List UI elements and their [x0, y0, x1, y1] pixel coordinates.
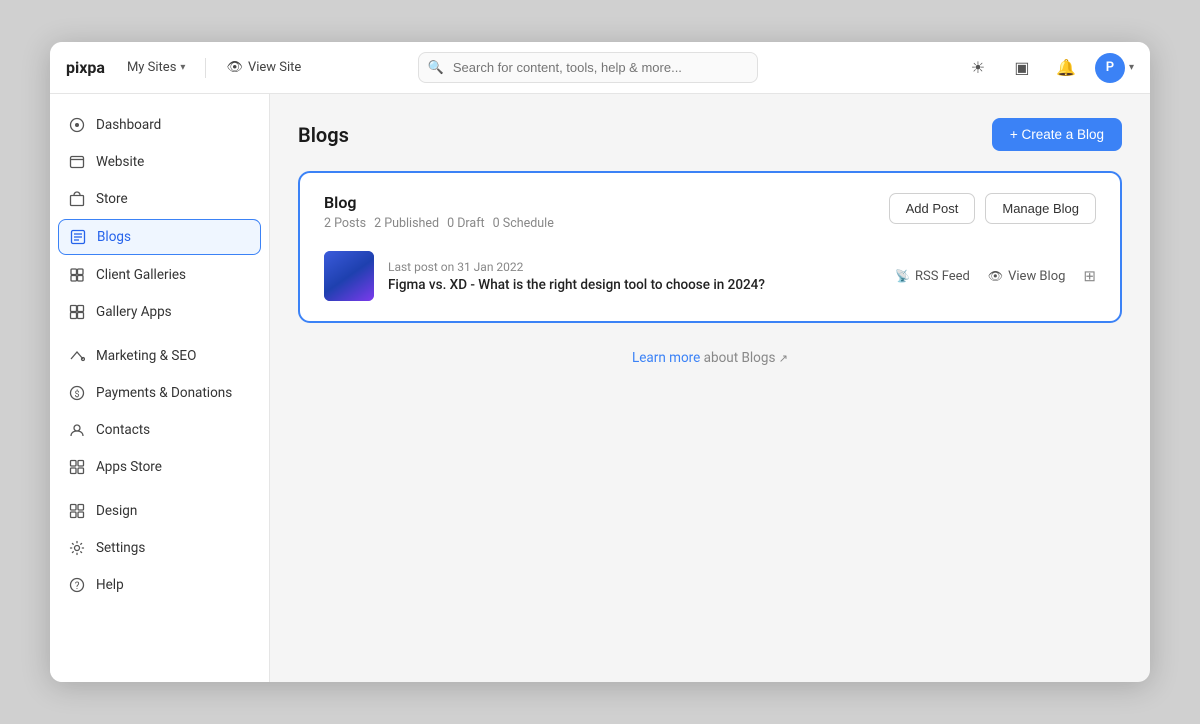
posts-count: 2 Posts — [324, 216, 366, 231]
topbar-right: ☀ ▣ 🔔 P ▾ — [963, 53, 1134, 83]
rss-feed-link[interactable]: 📡 RSS Feed — [895, 269, 970, 284]
topbar: pixpa My Sites ▾ 👁 View Site 🔍 ☀ ▣ 🔔 P ▾ — [50, 42, 1150, 94]
learn-more-text: Learn more about Blogs ↗ — [632, 350, 788, 366]
sidebar-item-label: Payments & Donations — [96, 385, 232, 401]
sidebar-item-label: Design — [96, 503, 137, 519]
blog-post-row: Last post on 31 Jan 2022 Figma vs. XD - … — [324, 251, 1096, 301]
blog-post-title: Figma vs. XD - What is the right design … — [388, 277, 881, 293]
sidebar-item-label: Gallery Apps — [96, 304, 172, 320]
design-icon — [68, 502, 86, 520]
eye-icon: 👁 — [988, 269, 1003, 283]
learn-more-section: Learn more about Blogs ↗ — [298, 347, 1122, 366]
blog-post-right-actions: 📡 RSS Feed 👁 View Blog ⊞ — [895, 267, 1096, 285]
theme-toggle-button[interactable]: ☀ — [963, 53, 993, 83]
svg-text:$: $ — [75, 389, 80, 400]
sidebar-item-help[interactable]: ? Help — [50, 567, 269, 603]
sidebar-item-label: Client Galleries — [96, 267, 186, 283]
thumbnail-image — [324, 251, 374, 301]
learn-more-link[interactable]: Learn more — [632, 350, 700, 366]
sidebar-item-apps-store[interactable]: Apps Store — [50, 449, 269, 485]
sidebar-item-blogs[interactable]: Blogs — [58, 219, 261, 255]
sidebar-item-label: Marketing & SEO — [96, 348, 196, 364]
payments-icon: $ — [68, 384, 86, 402]
blog-card-info: Blog 2 Posts 2 Published 0 Draft 0 Sched… — [324, 193, 554, 231]
published-count: 2 Published — [374, 216, 439, 231]
divider — [205, 58, 206, 78]
search-input[interactable] — [418, 52, 758, 83]
blog-card-header: Blog 2 Posts 2 Published 0 Draft 0 Sched… — [324, 193, 1096, 231]
sidebar-item-payments-donations[interactable]: $ Payments & Donations — [50, 375, 269, 411]
rss-icon: 📡 — [895, 269, 910, 283]
sidebar-item-contacts[interactable]: Contacts — [50, 412, 269, 448]
blog-card-title: Blog — [324, 193, 554, 212]
content-area: Blogs + Create a Blog Blog 2 Posts 2 Pub… — [270, 94, 1150, 682]
sidebar-item-label: Help — [96, 577, 124, 593]
sidebar-item-label: Dashboard — [96, 117, 161, 133]
sidebar-item-dashboard[interactable]: Dashboard — [50, 107, 269, 143]
eye-icon: 👁 — [226, 60, 243, 75]
blog-post-info: Last post on 31 Jan 2022 Figma vs. XD - … — [388, 260, 881, 293]
notifications-button[interactable]: 🔔 — [1051, 53, 1081, 83]
sidebar-item-settings[interactable]: Settings — [50, 530, 269, 566]
page-title: Blogs — [298, 123, 349, 147]
blog-card-actions: Add Post Manage Blog — [889, 193, 1096, 224]
blog-card-meta: 2 Posts 2 Published 0 Draft 0 Schedule — [324, 216, 554, 231]
blogs-icon — [69, 228, 87, 246]
sidebar-item-label: Store — [96, 191, 128, 207]
avatar-menu[interactable]: P ▾ — [1095, 53, 1134, 83]
my-sites-label: My Sites — [127, 60, 176, 75]
blog-card: Blog 2 Posts 2 Published 0 Draft 0 Sched… — [298, 171, 1122, 323]
add-post-button[interactable]: Add Post — [889, 193, 976, 224]
sidebar-item-marketing-seo[interactable]: Marketing & SEO — [50, 338, 269, 374]
sidebar-item-design[interactable]: Design — [50, 493, 269, 529]
client-galleries-icon — [68, 266, 86, 284]
sidebar-item-label: Website — [96, 154, 144, 170]
help-icon: ? — [68, 576, 86, 594]
sidebar-item-client-galleries[interactable]: Client Galleries — [50, 257, 269, 293]
marketing-icon — [68, 347, 86, 365]
svg-text:?: ? — [75, 581, 80, 592]
contacts-icon — [68, 421, 86, 439]
app-window: pixpa My Sites ▾ 👁 View Site 🔍 ☀ ▣ 🔔 P ▾ — [50, 42, 1150, 682]
learn-more-suffix: about Blogs — [704, 350, 779, 366]
avatar: P — [1095, 53, 1125, 83]
sidebar-item-website[interactable]: Website — [50, 144, 269, 180]
sidebar-item-label: Contacts — [96, 422, 150, 438]
sidebar-item-gallery-apps[interactable]: Gallery Apps — [50, 294, 269, 330]
draft-count: 0 Draft — [447, 216, 485, 231]
view-blog-link[interactable]: 👁 View Blog — [988, 269, 1066, 284]
apps-store-icon — [68, 458, 86, 476]
settings-icon — [68, 539, 86, 557]
create-blog-button[interactable]: + Create a Blog — [992, 118, 1122, 151]
sidebar-item-label: Settings — [96, 540, 145, 556]
content-header: Blogs + Create a Blog — [298, 118, 1122, 151]
view-site-label: View Site — [248, 60, 301, 75]
blog-post-thumbnail — [324, 251, 374, 301]
dashboard-icon — [68, 116, 86, 134]
website-icon — [68, 153, 86, 171]
view-site-button[interactable]: 👁 View Site — [218, 56, 309, 79]
sidebar: Dashboard Website Store Blogs — [50, 94, 270, 682]
external-link-icon: ↗ — [779, 352, 788, 365]
chevron-down-icon: ▾ — [180, 62, 185, 73]
avatar-chevron-icon: ▾ — [1129, 62, 1134, 73]
sidebar-item-store[interactable]: Store — [50, 181, 269, 217]
sidebar-item-label: Blogs — [97, 229, 131, 245]
main-layout: Dashboard Website Store Blogs — [50, 94, 1150, 682]
schedule-count: 0 Schedule — [493, 216, 554, 231]
manage-blog-button[interactable]: Manage Blog — [985, 193, 1096, 224]
grid-options-icon[interactable]: ⊞ — [1083, 267, 1096, 285]
gallery-apps-icon — [68, 303, 86, 321]
sidebar-item-label: Apps Store — [96, 459, 162, 475]
blog-post-date: Last post on 31 Jan 2022 — [388, 260, 881, 274]
search-icon: 🔍 — [428, 60, 444, 75]
chat-icon-button[interactable]: ▣ — [1007, 53, 1037, 83]
store-icon — [68, 190, 86, 208]
search-bar: 🔍 — [418, 52, 758, 83]
logo: pixpa — [66, 58, 105, 77]
my-sites-button[interactable]: My Sites ▾ — [119, 56, 194, 79]
